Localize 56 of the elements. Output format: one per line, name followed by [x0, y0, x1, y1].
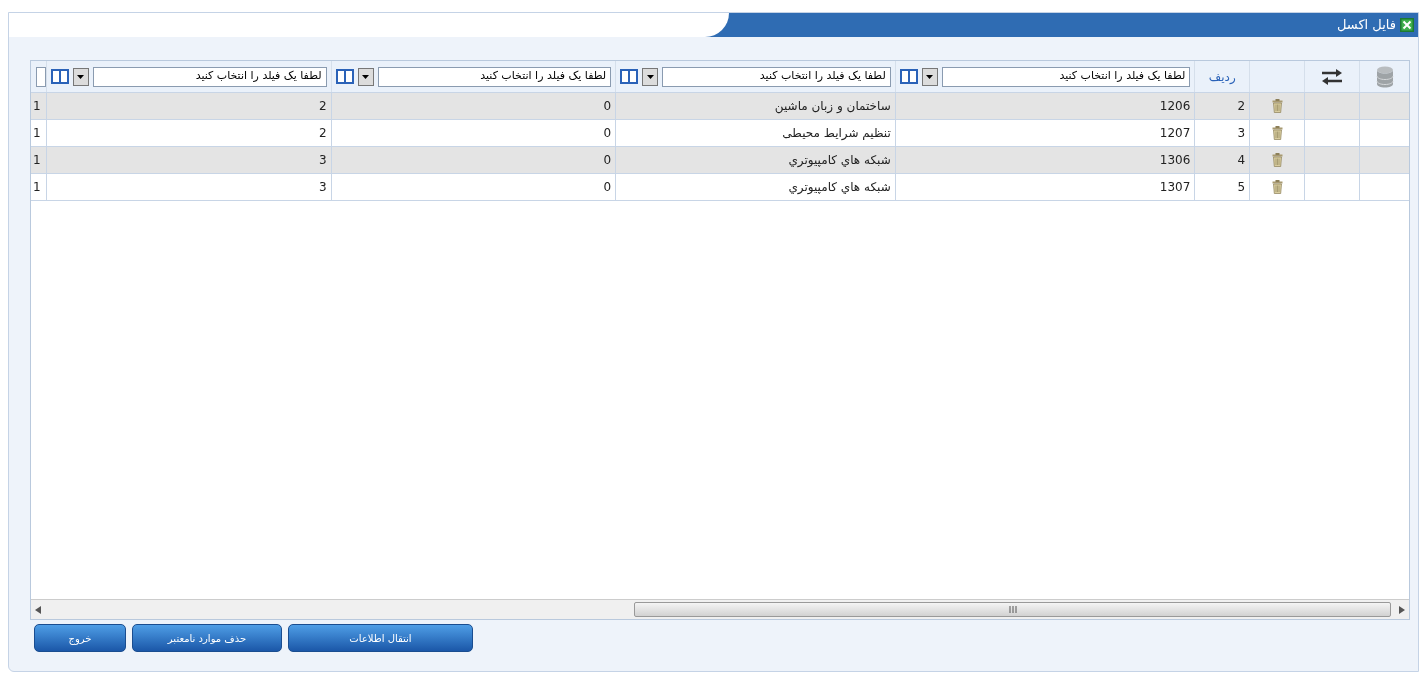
- table-cell-text: 1206: [1159, 98, 1191, 115]
- table-cell-text: 2: [318, 98, 327, 115]
- columns-icon[interactable]: [620, 69, 639, 84]
- table-cell-text: 2: [318, 125, 327, 142]
- dropdown-button[interactable]: [921, 67, 938, 86]
- grip-icon: [1008, 606, 1017, 613]
- columns-icon[interactable]: [50, 69, 69, 84]
- field-select[interactable]: [35, 66, 46, 87]
- database-icon: [1375, 65, 1394, 88]
- table-cell-text: 1: [33, 98, 41, 115]
- table-cell-text: 0: [603, 125, 612, 142]
- table-cell-text: 2: [1237, 98, 1246, 115]
- dropdown-button[interactable]: [72, 67, 89, 86]
- caret-icon: [77, 74, 85, 79]
- field-select[interactable]: لطفا یک فیلد را انتخاب کنید: [92, 66, 327, 87]
- table-cell-text: ساختمان و زبان ماشین: [774, 98, 891, 115]
- dropdown-button[interactable]: [357, 67, 374, 86]
- columns-icon[interactable]: [335, 69, 354, 84]
- field-select[interactable]: لطفا یک فیلد را انتخاب کنید: [377, 66, 612, 87]
- column-header: ردیف: [1208, 68, 1236, 86]
- table-cell-text: 3: [1237, 125, 1246, 142]
- swap-arrows-icon[interactable]: [1321, 67, 1344, 86]
- action-button[interactable]: خروج: [34, 624, 126, 652]
- trash-icon[interactable]: [1271, 126, 1283, 140]
- table-cell-text: 0: [603, 98, 612, 115]
- table-cell-text: 3: [318, 152, 327, 169]
- scroll-right-icon[interactable]: [1399, 605, 1405, 614]
- columns-icon[interactable]: [899, 69, 918, 84]
- table-cell-text: تنظیم شرایط محیطی: [782, 125, 891, 142]
- table-cell-text: 1306: [1159, 152, 1191, 169]
- caret-icon: [926, 74, 934, 79]
- table-cell-text: 1: [33, 125, 41, 142]
- table-cell-text: 0: [603, 152, 612, 169]
- action-button[interactable]: حذف موارد نامعتبر: [132, 624, 282, 652]
- trash-icon[interactable]: [1271, 99, 1283, 113]
- spreadsheet-icon: [1400, 18, 1414, 32]
- table-cell-text: 5: [1237, 179, 1246, 196]
- trash-icon[interactable]: [1271, 153, 1283, 167]
- window-title: فایل اکسل: [1337, 16, 1396, 35]
- caret-icon: [362, 74, 370, 79]
- scroll-left-icon[interactable]: [35, 605, 41, 614]
- dropdown-button[interactable]: [642, 67, 659, 86]
- caret-icon: [646, 74, 654, 79]
- table-cell-text: شبکه هاي کامپیوتري: [788, 179, 891, 196]
- action-button[interactable]: انتقال اطلاعات: [288, 624, 473, 652]
- table-cell-text: 1: [33, 152, 41, 169]
- table-cell-text: 1207: [1159, 125, 1191, 142]
- table-cell-text: شبکه هاي کامپیوتري: [788, 152, 891, 169]
- table-cell-text: 4: [1237, 152, 1246, 169]
- trash-icon[interactable]: [1271, 180, 1283, 194]
- table-cell-text: 0: [603, 179, 612, 196]
- field-select[interactable]: لطفا یک فیلد را انتخاب کنید: [941, 66, 1191, 87]
- field-select[interactable]: لطفا یک فیلد را انتخاب کنید: [662, 66, 891, 87]
- table-cell-text: 1307: [1159, 179, 1191, 196]
- table-cell-text: 3: [318, 179, 327, 196]
- table-cell-text: 1: [33, 179, 41, 196]
